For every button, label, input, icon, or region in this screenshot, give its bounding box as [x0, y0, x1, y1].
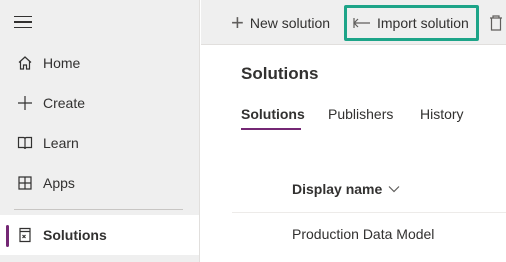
sidebar-item-label: Home: [43, 55, 81, 71]
plus-icon: +: [231, 9, 244, 35]
solutions-icon: [16, 226, 34, 244]
chevron-down-icon: [388, 185, 400, 193]
home-icon: [16, 54, 34, 72]
table-row[interactable]: Production Data Model: [292, 226, 434, 242]
selection-indicator: [6, 225, 9, 247]
table-header-divider: [232, 212, 506, 213]
sidebar-item-home[interactable]: Home: [0, 43, 199, 83]
import-solution-label: Import solution: [377, 14, 469, 31]
sidebar-item-label: Apps: [43, 175, 75, 191]
column-header-display-name[interactable]: Display name: [292, 181, 400, 197]
sidebar-item-solutions[interactable]: Solutions: [0, 215, 199, 255]
tab-solutions[interactable]: Solutions: [241, 106, 305, 130]
new-solution-button[interactable]: + New solution: [231, 0, 330, 45]
table-cell-display-name: Production Data Model: [292, 226, 435, 242]
import-arrow-icon: [353, 17, 371, 29]
plus-icon: [16, 94, 34, 112]
tab-label: Publishers: [328, 106, 394, 122]
hamburger-menu-icon[interactable]: [14, 12, 34, 32]
sidebar-item-label: Solutions: [43, 227, 107, 243]
nav-divider: [14, 209, 183, 210]
sidebar-item-create[interactable]: Create: [0, 83, 199, 123]
tab-label: Solutions: [241, 106, 305, 122]
command-bar: + New solution Import solution: [201, 0, 506, 45]
column-header-label: Display name: [292, 181, 383, 197]
active-tab-indicator: [241, 128, 301, 130]
book-icon: [16, 134, 34, 152]
new-solution-label: New solution: [249, 14, 331, 31]
trash-icon[interactable]: [488, 14, 504, 32]
tab-history[interactable]: History: [420, 106, 464, 130]
import-solution-button[interactable]: Import solution: [353, 0, 469, 45]
sidebar-item-learn[interactable]: Learn: [0, 123, 199, 163]
page-title: Solutions: [241, 64, 319, 83]
left-navigation: Home Create Learn Apps Solutions: [0, 0, 200, 262]
apps-icon: [16, 174, 34, 192]
sidebar-item-label: Learn: [43, 135, 79, 151]
sidebar-item-label: Create: [43, 95, 86, 111]
tab-label: History: [420, 106, 464, 122]
sidebar-item-apps[interactable]: Apps: [0, 163, 199, 203]
tab-publishers[interactable]: Publishers: [328, 106, 393, 130]
